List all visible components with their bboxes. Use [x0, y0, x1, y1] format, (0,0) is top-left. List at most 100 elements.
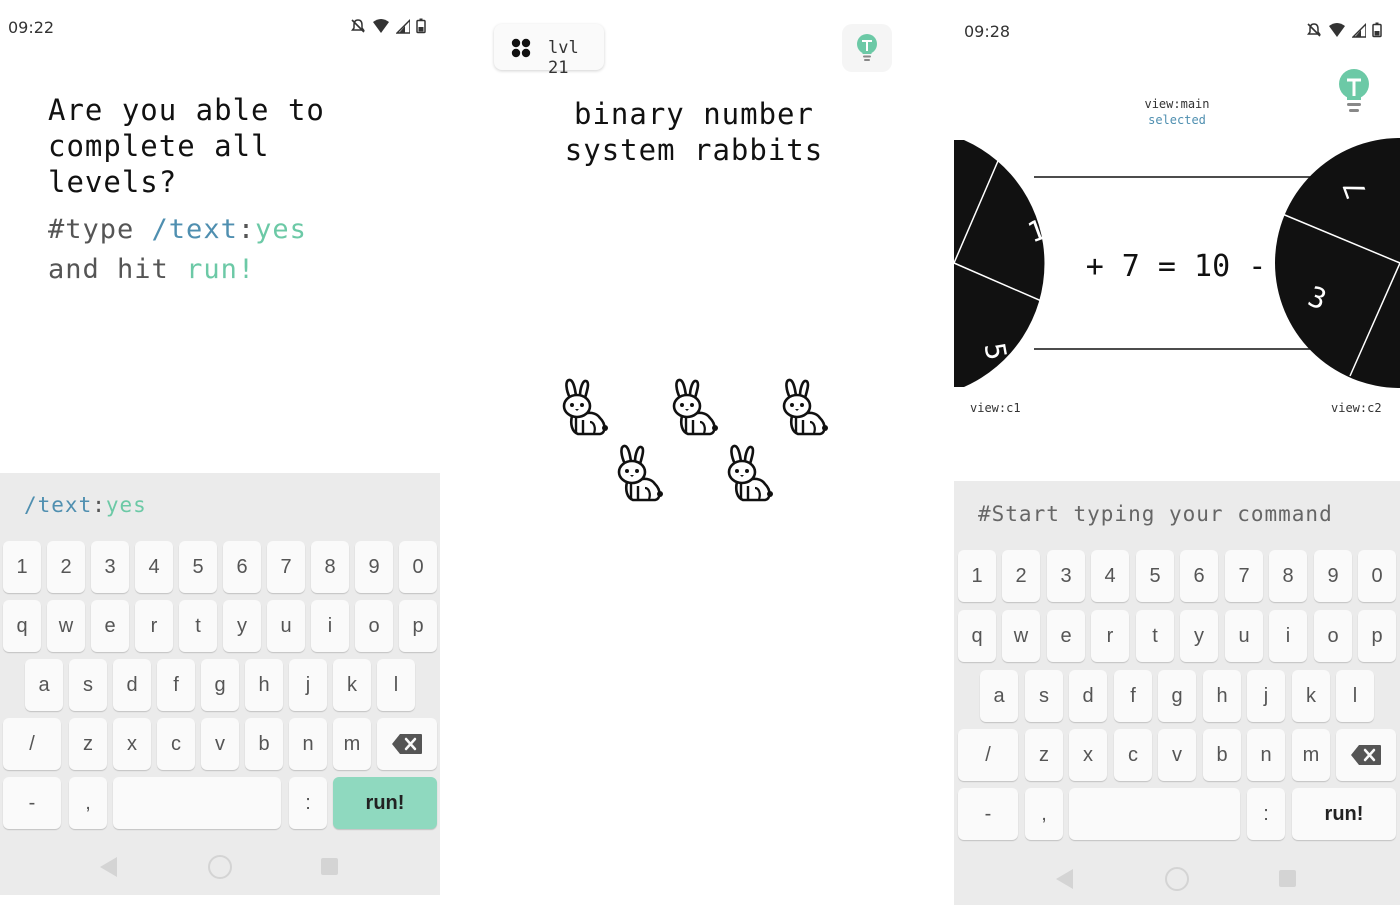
key-t[interactable]: t [1136, 610, 1174, 662]
key-4[interactable]: 4 [135, 541, 173, 593]
key-g[interactable]: g [201, 659, 239, 711]
key-n[interactable]: n [1247, 729, 1285, 781]
command-colon: : [92, 493, 106, 517]
key-7[interactable]: 7 [1225, 550, 1263, 602]
hint-button[interactable] [842, 24, 892, 72]
key-3[interactable]: 3 [91, 541, 129, 593]
home-icon[interactable] [208, 855, 232, 879]
key-s[interactable]: s [69, 659, 107, 711]
key-1[interactable]: 1 [958, 550, 996, 602]
key-i[interactable]: i [311, 600, 349, 652]
key-l[interactable]: l [377, 659, 415, 711]
key-x[interactable]: x [113, 718, 151, 770]
backspace-key[interactable] [1336, 729, 1396, 781]
key-r[interactable]: r [135, 600, 173, 652]
key-6[interactable]: 6 [223, 541, 261, 593]
key-p[interactable]: p [1358, 610, 1396, 662]
key-2[interactable]: 2 [47, 541, 85, 593]
recent-apps-icon[interactable] [321, 858, 338, 875]
key-8[interactable]: 8 [1269, 550, 1307, 602]
backspace-icon [392, 734, 422, 754]
key-j[interactable]: j [289, 659, 327, 711]
key-p[interactable]: p [399, 600, 437, 652]
key-h[interactable]: h [1203, 670, 1241, 722]
space-key[interactable] [113, 777, 281, 829]
key-z[interactable]: z [1025, 729, 1063, 781]
back-icon[interactable] [100, 857, 117, 877]
level-menu-button[interactable]: lvl 21 [494, 24, 604, 78]
key-a[interactable]: a [980, 670, 1018, 722]
key-3[interactable]: 3 [1047, 550, 1085, 602]
key-v[interactable]: v [1158, 729, 1196, 781]
key-d[interactable]: d [1069, 670, 1107, 722]
key-g[interactable]: g [1158, 670, 1196, 722]
key-slash[interactable]: / [3, 718, 61, 770]
key-f[interactable]: f [1114, 670, 1152, 722]
key-y[interactable]: y [223, 600, 261, 652]
key-o[interactable]: o [355, 600, 393, 652]
key-m[interactable]: m [333, 718, 371, 770]
key-f[interactable]: f [157, 659, 195, 711]
key-dash[interactable]: - [958, 788, 1018, 840]
key-slash[interactable]: / [958, 729, 1018, 781]
key-c[interactable]: c [1114, 729, 1152, 781]
recent-apps-icon[interactable] [1279, 870, 1296, 887]
key-d[interactable]: d [113, 659, 151, 711]
run-button[interactable]: run! [333, 777, 437, 829]
run-button[interactable]: run! [1292, 788, 1396, 840]
key-dash[interactable]: - [3, 777, 61, 829]
key-l[interactable]: l [1336, 670, 1374, 722]
key-comma[interactable]: , [69, 777, 107, 829]
key-w[interactable]: w [1002, 610, 1040, 662]
command-input[interactable]: /text:yes [24, 493, 147, 517]
back-icon[interactable] [1056, 869, 1073, 889]
wheel-c2[interactable]: 7 3 [1275, 138, 1400, 388]
key-i[interactable]: i [1269, 610, 1307, 662]
key-e[interactable]: e [1047, 610, 1085, 662]
key-6[interactable]: 6 [1180, 550, 1218, 602]
key-8[interactable]: 8 [311, 541, 349, 593]
key-b[interactable]: b [245, 718, 283, 770]
key-5[interactable]: 5 [1136, 550, 1174, 602]
command-input[interactable]: #Start typing your command [978, 502, 1333, 526]
key-1[interactable]: 1 [3, 541, 41, 593]
key-c[interactable]: c [157, 718, 195, 770]
key-7[interactable]: 7 [267, 541, 305, 593]
key-e[interactable]: e [91, 600, 129, 652]
key-h[interactable]: h [245, 659, 283, 711]
key-0[interactable]: 0 [1358, 550, 1396, 602]
backspace-key[interactable] [377, 718, 437, 770]
rabbit-icon [556, 378, 610, 438]
key-x[interactable]: x [1069, 729, 1107, 781]
key-comma[interactable]: , [1025, 788, 1063, 840]
key-q[interactable]: q [958, 610, 996, 662]
key-u[interactable]: u [1225, 610, 1263, 662]
key-s[interactable]: s [1025, 670, 1063, 722]
key-colon[interactable]: : [289, 777, 327, 829]
key-4[interactable]: 4 [1091, 550, 1129, 602]
key-0[interactable]: 0 [399, 541, 437, 593]
key-k[interactable]: k [333, 659, 371, 711]
key-a[interactable]: a [25, 659, 63, 711]
key-j[interactable]: j [1247, 670, 1285, 722]
key-5[interactable]: 5 [179, 541, 217, 593]
space-key[interactable] [1069, 788, 1240, 840]
key-v[interactable]: v [201, 718, 239, 770]
key-n[interactable]: n [289, 718, 327, 770]
key-z[interactable]: z [69, 718, 107, 770]
key-2[interactable]: 2 [1002, 550, 1040, 602]
key-o[interactable]: o [1314, 610, 1352, 662]
key-q[interactable]: q [3, 600, 41, 652]
key-colon[interactable]: : [1247, 788, 1285, 840]
key-9[interactable]: 9 [355, 541, 393, 593]
key-m[interactable]: m [1292, 729, 1330, 781]
key-9[interactable]: 9 [1314, 550, 1352, 602]
key-r[interactable]: r [1091, 610, 1129, 662]
key-u[interactable]: u [267, 600, 305, 652]
key-w[interactable]: w [47, 600, 85, 652]
key-k[interactable]: k [1292, 670, 1330, 722]
key-y[interactable]: y [1180, 610, 1218, 662]
key-t[interactable]: t [179, 600, 217, 652]
home-icon[interactable] [1165, 867, 1189, 891]
key-b[interactable]: b [1203, 729, 1241, 781]
